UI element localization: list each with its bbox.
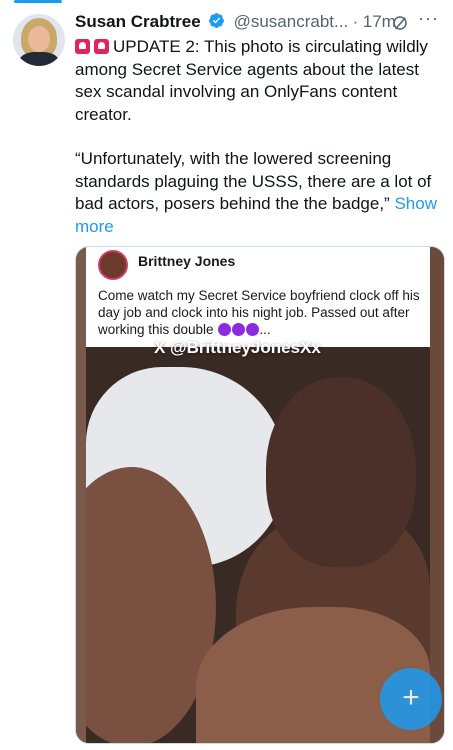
author-name[interactable]: Susan Crabtree bbox=[75, 12, 201, 31]
story-avatar bbox=[98, 250, 128, 280]
tweet-header: Susan Crabtree @susancrabt... · 17m ··· bbox=[75, 8, 445, 37]
story-author-name: Brittney Jones bbox=[138, 253, 236, 269]
tweet-paragraph-2-text: “Unfortunately, with the lowered screeni… bbox=[75, 149, 432, 213]
tweet-paragraph-2: “Unfortunately, with the lowered screeni… bbox=[75, 148, 441, 238]
caption-ellipsis: ... bbox=[259, 322, 271, 337]
photo-watermark: X @BrittneyJonesXx bbox=[154, 338, 321, 357]
tweet-paragraph-1-text: UPDATE 2: This photo is circulating wild… bbox=[75, 37, 428, 124]
tweet-media-image[interactable]: Brittney Jones Come watch my Secret Serv… bbox=[75, 246, 445, 744]
story-header: Brittney Jones Come watch my Secret Serv… bbox=[86, 247, 430, 347]
devil-emoji-icon bbox=[218, 323, 232, 336]
siren-icon bbox=[94, 39, 109, 54]
verified-badge-icon bbox=[208, 12, 225, 34]
separator-dot: · bbox=[352, 12, 359, 31]
story-caption: Come watch my Secret Service boyfriend c… bbox=[98, 287, 428, 338]
author-handle[interactable]: @susancrabt... bbox=[234, 12, 349, 31]
media-side-right bbox=[430, 247, 444, 743]
tweet-paragraph-1: UPDATE 2: This photo is circulating wild… bbox=[75, 36, 441, 126]
avatar-body bbox=[19, 52, 59, 66]
photo-figure-head bbox=[266, 377, 416, 567]
author-avatar[interactable] bbox=[13, 14, 65, 66]
compose-button[interactable]: + bbox=[380, 668, 442, 730]
tweet-text: UPDATE 2: This photo is circulating wild… bbox=[75, 36, 441, 238]
devil-emoji-icon bbox=[232, 323, 246, 336]
devil-emoji-icon bbox=[246, 323, 260, 336]
story-photo bbox=[86, 347, 430, 743]
siren-icon bbox=[75, 39, 90, 54]
more-options-icon[interactable]: ··· bbox=[418, 8, 439, 29]
grok-icon[interactable] bbox=[391, 14, 409, 37]
media-side-left bbox=[76, 247, 86, 743]
top-accent-line bbox=[14, 0, 62, 3]
avatar-face bbox=[28, 26, 50, 52]
